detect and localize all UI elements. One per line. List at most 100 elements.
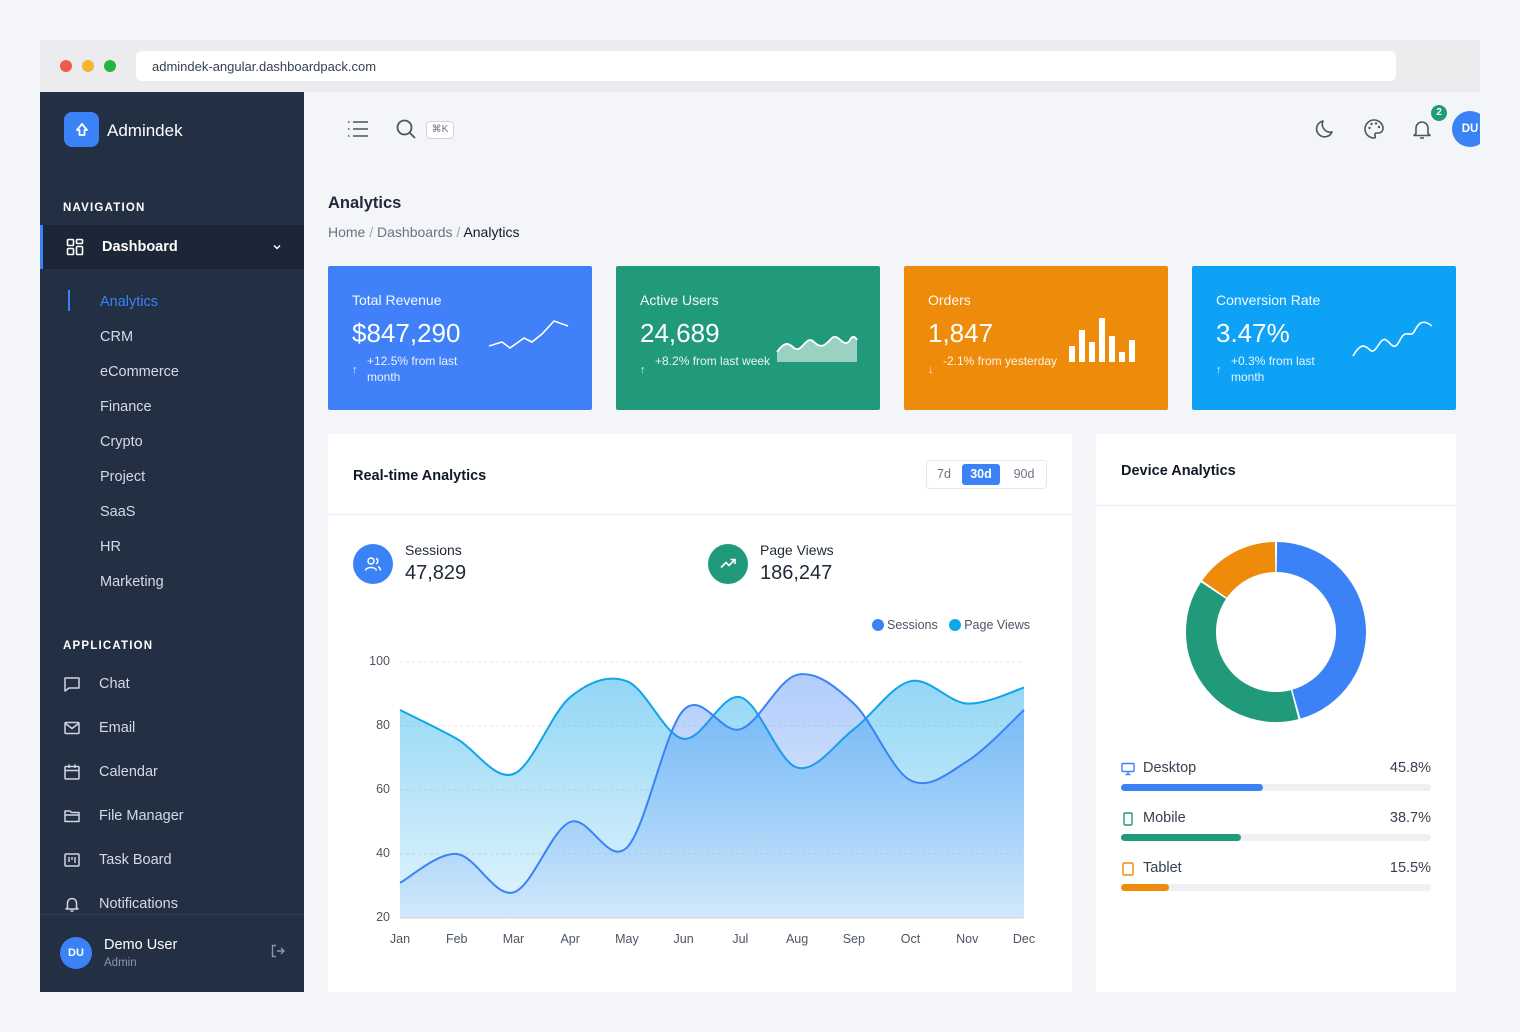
- browser-window: admindek-angular.dashboardpack.com Admin…: [40, 40, 1480, 992]
- calendar-icon: [64, 764, 80, 780]
- device-row-mobile: Mobile 38.7%: [1121, 810, 1431, 841]
- device-row-desktop: Desktop 45.8%: [1121, 760, 1431, 791]
- progress-fill: [1121, 784, 1263, 791]
- avatar[interactable]: DU: [60, 937, 92, 969]
- progress-track: [1121, 784, 1431, 791]
- progress-track: [1121, 884, 1431, 891]
- stat-value: $847,290: [352, 318, 461, 348]
- chevron-down-icon: [273, 244, 281, 250]
- stat-value: 24,689: [640, 318, 720, 348]
- sidebar-item-label: Dashboard: [102, 239, 178, 255]
- active-indicator: [68, 290, 70, 311]
- brand-name[interactable]: Admindek: [107, 121, 183, 141]
- device-label: Tablet: [1143, 860, 1182, 876]
- folder-icon: [64, 810, 80, 823]
- topbar: ⌘K 2 DU: [304, 92, 1480, 166]
- stat-title: Active Users: [640, 292, 719, 308]
- stat-card-revenue[interactable]: Total Revenue $847,290 ↑ +12.5% from las…: [328, 266, 592, 410]
- device-percent: 45.8%: [1389, 760, 1431, 776]
- monitor-icon: [1121, 762, 1135, 776]
- donut-slice-desktop[interactable]: [1276, 542, 1366, 719]
- stat-change: +8.2% from last week: [655, 354, 771, 368]
- stat-change: -2.1% from yesterday: [943, 354, 1058, 368]
- palette-icon[interactable]: [1363, 118, 1385, 140]
- sidebar-item-label: File Manager: [99, 808, 184, 824]
- divider: [1096, 505, 1456, 506]
- device-donut-chart[interactable]: [1176, 532, 1376, 732]
- breadcrumb-home[interactable]: Home: [328, 224, 365, 240]
- sidebar-item-finance[interactable]: Finance: [100, 399, 152, 415]
- arrow-down-icon: ↓: [928, 364, 934, 376]
- device-label: Mobile: [1143, 810, 1186, 826]
- stat-card-conversion[interactable]: Conversion Rate 3.47% ↑ +0.3% from last …: [1192, 266, 1456, 410]
- device-percent: 15.5%: [1389, 860, 1431, 876]
- stat-title: Orders: [928, 292, 971, 308]
- device-label: Desktop: [1143, 760, 1197, 776]
- chat-icon: [64, 677, 80, 692]
- sidebar-item-analytics[interactable]: Analytics: [100, 294, 158, 310]
- app-section-label: APPLICATION: [63, 640, 154, 652]
- donut-slice-mobile[interactable]: [1186, 582, 1299, 722]
- area-sparkline-icon: [776, 335, 858, 362]
- brand-logo-icon[interactable]: [64, 112, 99, 147]
- search-icon[interactable]: [395, 118, 417, 140]
- sparkline-icon: [1352, 321, 1433, 357]
- browser-toolbar: admindek-angular.dashboardpack.com: [40, 40, 1480, 92]
- sidebar-item-file-manager[interactable]: File Manager: [40, 806, 304, 830]
- donut-slice-tablet[interactable]: [1202, 542, 1276, 599]
- sidebar-item-hr[interactable]: HR: [100, 539, 121, 555]
- arrow-up-icon: ↑: [640, 364, 646, 376]
- bell-icon: [65, 897, 79, 912]
- stat-card-orders[interactable]: Orders 1,847 ↓ -2.1% from yesterday: [904, 266, 1168, 410]
- sidebar-item-label: Task Board: [99, 852, 172, 868]
- sidebar-item-dashboard[interactable]: Dashboard: [40, 225, 304, 269]
- logout-icon[interactable]: [270, 943, 286, 959]
- arrow-up-icon: ↑: [352, 364, 358, 376]
- sidebar-item-crm[interactable]: CRM: [100, 329, 133, 345]
- sparkline-icon: [488, 320, 569, 349]
- sidebar-item-marketing[interactable]: Marketing: [100, 574, 164, 590]
- sidebar-item-calendar[interactable]: Calendar: [40, 762, 304, 786]
- stat-title: Conversion Rate: [1216, 292, 1321, 308]
- breadcrumb-current: Analytics: [463, 224, 520, 240]
- bar-sparkline-icon: [1069, 318, 1135, 362]
- close-window-dot[interactable]: [60, 60, 72, 72]
- sidebar-item-crypto[interactable]: Crypto: [100, 434, 143, 450]
- address-bar[interactable]: admindek-angular.dashboardpack.com: [136, 51, 1396, 81]
- main-content: ⌘K 2 DU Analytics Home / Dashboards / An…: [304, 92, 1480, 992]
- sidebar-item-email[interactable]: Email: [40, 718, 304, 742]
- kanban-icon: [64, 853, 80, 867]
- stat-change: +0.3% from last month: [1231, 354, 1315, 384]
- sidebar-item-task-board[interactable]: Task Board: [40, 850, 304, 874]
- sidebar-item-saas[interactable]: SaaS: [100, 504, 135, 520]
- stat-value: 3.47%: [1216, 318, 1290, 348]
- user-name: Demo User: [104, 937, 178, 953]
- progress-track: [1121, 834, 1431, 841]
- arrow-up-icon: ↑: [1216, 364, 1222, 376]
- menu-toggle-icon[interactable]: [347, 119, 369, 139]
- sidebar-item-project[interactable]: Project: [100, 469, 145, 485]
- device-analytics-card: Device Analytics Desktop 45.8% Mobile 38…: [1096, 434, 1456, 992]
- user-role: Admin: [104, 957, 137, 969]
- stat-card-users[interactable]: Active Users 24,689 ↑ +8.2% from last we…: [616, 266, 880, 410]
- sidebar-item-chat[interactable]: Chat: [40, 674, 304, 698]
- dashboard-grid-icon: [66, 238, 84, 256]
- user-avatar-button[interactable]: DU: [1452, 111, 1480, 147]
- smartphone-icon: [1123, 812, 1133, 826]
- moon-icon[interactable]: [1315, 118, 1337, 140]
- breadcrumb-dashboards[interactable]: Dashboards: [377, 224, 453, 240]
- device-percent: 38.7%: [1389, 810, 1431, 826]
- notification-bell-icon[interactable]: [1411, 118, 1433, 140]
- progress-fill: [1121, 834, 1241, 841]
- sidebar-item-label: Chat: [99, 676, 130, 692]
- page-title: Analytics: [328, 194, 402, 212]
- realtime-analytics-card: Real-time Analytics 7d 30d 90d Sessions …: [328, 434, 1072, 992]
- maximize-window-dot[interactable]: [104, 60, 116, 72]
- search-shortcut-hint: ⌘K: [426, 121, 454, 139]
- sidebar-item-ecommerce[interactable]: eCommerce: [100, 364, 179, 380]
- minimize-window-dot[interactable]: [82, 60, 94, 72]
- stat-change: +12.5% from last month: [367, 354, 458, 384]
- analytics-area-chart[interactable]: [328, 434, 1072, 992]
- progress-fill: [1121, 884, 1170, 891]
- sidebar: Admindek NAVIGATION Dashboard Analytics …: [40, 92, 304, 992]
